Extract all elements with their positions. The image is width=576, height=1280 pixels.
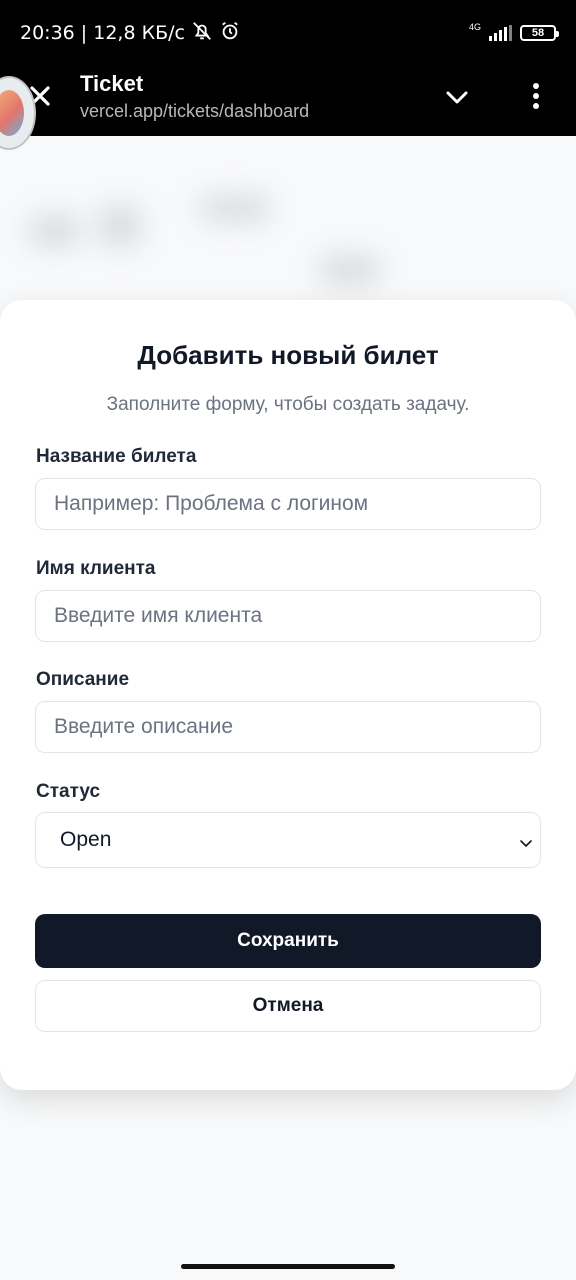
blurred-element bbox=[200, 196, 270, 221]
status-label: Статус bbox=[36, 781, 101, 802]
cancel-button[interactable]: Отмена bbox=[35, 980, 541, 1032]
blurred-element bbox=[30, 216, 80, 246]
more-vertical-icon[interactable] bbox=[526, 82, 546, 110]
status-selected-value: Open bbox=[60, 828, 112, 851]
alarm-icon bbox=[219, 20, 241, 47]
bell-off-icon bbox=[191, 20, 213, 47]
blurred-element bbox=[320, 256, 380, 284]
signal-icon bbox=[489, 25, 512, 41]
status-left: 20:36 | 12,8 КБ/с bbox=[20, 20, 241, 47]
network-type: 4G bbox=[468, 21, 481, 32]
modal-title: Добавить новый билет bbox=[137, 340, 439, 370]
save-button[interactable]: Сохранить bbox=[35, 914, 541, 968]
description-input[interactable] bbox=[35, 701, 541, 753]
modal-subtitle: Заполните форму, чтобы создать задачу. bbox=[106, 394, 470, 415]
add-ticket-modal: Добавить новый билет Заполните форму, чт… bbox=[0, 300, 576, 1090]
page-title: Ticket bbox=[80, 71, 144, 96]
home-indicator[interactable] bbox=[181, 1264, 395, 1269]
chevron-down-icon bbox=[518, 833, 534, 849]
status-time-speed: 20:36 | 12,8 КБ/с bbox=[20, 22, 185, 44]
chevron-down-icon[interactable] bbox=[444, 84, 470, 110]
battery-icon: 58 bbox=[520, 25, 559, 41]
description-label: Описание bbox=[36, 669, 130, 690]
status-bar: 20:36 | 12,8 КБ/с 4G 58 bbox=[0, 0, 576, 66]
ticket-name-input[interactable] bbox=[35, 478, 541, 530]
battery-level: 58 bbox=[531, 27, 545, 39]
status-select[interactable]: Open bbox=[35, 812, 541, 868]
page-title-block: Ticket vercel.app/tickets/dashboard bbox=[80, 70, 309, 124]
page-url: vercel.app/tickets/dashboard bbox=[80, 101, 310, 121]
browser-header: Ticket vercel.app/tickets/dashboard bbox=[0, 66, 576, 136]
status-right: 4G 58 bbox=[468, 21, 559, 41]
client-name-label: Имя клиента bbox=[36, 558, 156, 579]
blurred-element bbox=[100, 206, 140, 246]
client-name-input[interactable] bbox=[35, 590, 541, 642]
ticket-name-label: Название билета bbox=[36, 446, 197, 467]
